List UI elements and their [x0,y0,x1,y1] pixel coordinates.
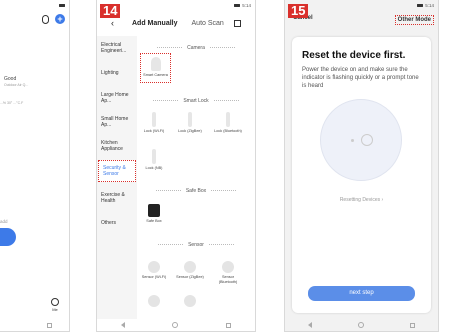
back-nav-icon[interactable] [120,322,125,328]
camera-icon [150,57,161,71]
device-sensor-bluetooth[interactable]: Sensor (Bluetooth) [213,261,243,284]
resetting-devices-link[interactable]: Resetting Devices › [292,197,431,203]
device-illustration [320,99,402,181]
category-others[interactable]: Others [97,216,137,230]
tab-me-label: Me [52,307,58,312]
sensor-icon [148,295,160,307]
next-step-button[interactable]: next step [308,286,415,301]
section-camera: Camera [137,45,255,51]
lock-icon [152,149,156,164]
category-kitchen[interactable]: Kitchen Appliance [97,136,137,156]
section-sensor: Sensor [137,242,255,248]
mic-icon[interactable] [42,14,49,24]
user-icon [51,298,59,306]
device-sensor-zigbee[interactable]: Sensor (ZigBee) [175,261,205,280]
sensor-icon [148,261,160,273]
home-nav-icon[interactable] [358,322,364,328]
device-sensor-more[interactable] [139,295,169,309]
system-nav [285,319,438,331]
lock-icon [226,112,230,127]
weather-detail: Outdoor Air Q... [4,83,29,87]
battery-icon [59,4,65,7]
sensor-icon [184,261,196,273]
weather-stats: ...% 30° ...°C.F [0,101,24,105]
device-safe-box[interactable]: Safe Box [139,204,169,224]
scan-icon[interactable] [233,19,241,27]
sensor-icon [184,295,196,307]
status-time: 5:14 [242,3,251,8]
add-device-large-button[interactable] [0,228,16,246]
back-nav-icon[interactable] [308,322,312,328]
device-lock-bluetooth[interactable]: Lock (Bluetooth) [213,112,243,134]
category-small-home[interactable]: Small Home Ap... [97,112,137,132]
device-sensor-more[interactable] [175,295,205,309]
screenshot-stage: + Good Outdoor Air Q... ...% 30° ...°C.F… [0,0,469,332]
section-safe-box: Safe Box [137,188,255,194]
status-bar [0,0,69,11]
tab-auto-scan[interactable]: Auto Scan [192,20,224,27]
sensor-icon [222,261,234,273]
device-lock-zigbee[interactable]: Lock (ZigBee) [175,112,205,134]
device-lock-nb[interactable]: Lock (NB) [139,149,169,171]
recent-apps-icon[interactable] [226,322,232,328]
phone-reset-device: 15 5:14 Cancel Other Mode Reset the devi… [284,0,439,332]
weather-condition: Good [4,76,17,82]
device-lock-wifi[interactable]: Lock (Wi-Fi) [139,112,169,134]
other-mode-button[interactable]: Other Mode [394,15,434,25]
top-icons: + [42,14,65,24]
reset-header: Cancel Other Mode [293,15,434,25]
back-icon[interactable]: ‹ [111,18,114,28]
add-text: add [0,219,8,224]
category-lighting[interactable]: Lighting [97,66,137,80]
lock-icon [188,112,192,127]
indicator-dot [351,139,354,142]
device-smart-camera[interactable]: Smart Camera [140,53,171,83]
weather-widget: Good Outdoor Air Q... [4,76,28,87]
reset-description: Power the device on and make sure the in… [302,67,419,89]
tab-add-manually[interactable]: Add Manually [132,20,178,27]
device-list: Camera Smart Camera Smart Lock Lock (Wi-… [137,36,255,319]
system-nav [0,319,69,331]
add-device-header: ‹ Add Manually Auto Scan [97,12,255,34]
status-time: 5:14 [425,3,434,8]
category-large-home[interactable]: Large Home Ap... [97,88,137,108]
lock-icon [152,112,156,127]
reset-button-illustration [361,134,373,146]
category-sidebar: Electrical Engineeri... Lighting Large H… [97,36,137,319]
section-smart-lock: Smart Lock [137,98,255,104]
category-security-sensor[interactable]: Security & Sensor [98,160,136,182]
device-sensor-wifi[interactable]: Sensor (Wi-Fi) [139,261,169,280]
system-nav [97,319,255,331]
reset-card: Reset the device first. Power the device… [292,37,431,313]
battery-icon [417,4,424,7]
status-bar: 5:14 [97,0,255,11]
category-electrical[interactable]: Electrical Engineeri... [97,38,137,58]
recent-apps-icon[interactable] [410,322,415,328]
step-badge: 14 [100,4,121,18]
phone-home: + Good Outdoor Air Q... ...% 30° ...°C.F… [0,0,70,332]
recent-apps-icon[interactable] [47,322,52,328]
reset-title: Reset the device first. [302,50,406,61]
phone-add-manually: 14 5:14 ‹ Add Manually Auto Scan Electri… [96,0,256,332]
battery-icon [234,4,241,7]
add-device-button[interactable]: + [55,14,65,24]
step-badge: 15 [288,4,309,18]
tab-me[interactable]: Me [51,298,59,312]
category-exercise-health[interactable]: Exercise & Health [97,188,137,208]
safe-box-icon [148,204,160,217]
home-nav-icon[interactable] [172,322,179,328]
